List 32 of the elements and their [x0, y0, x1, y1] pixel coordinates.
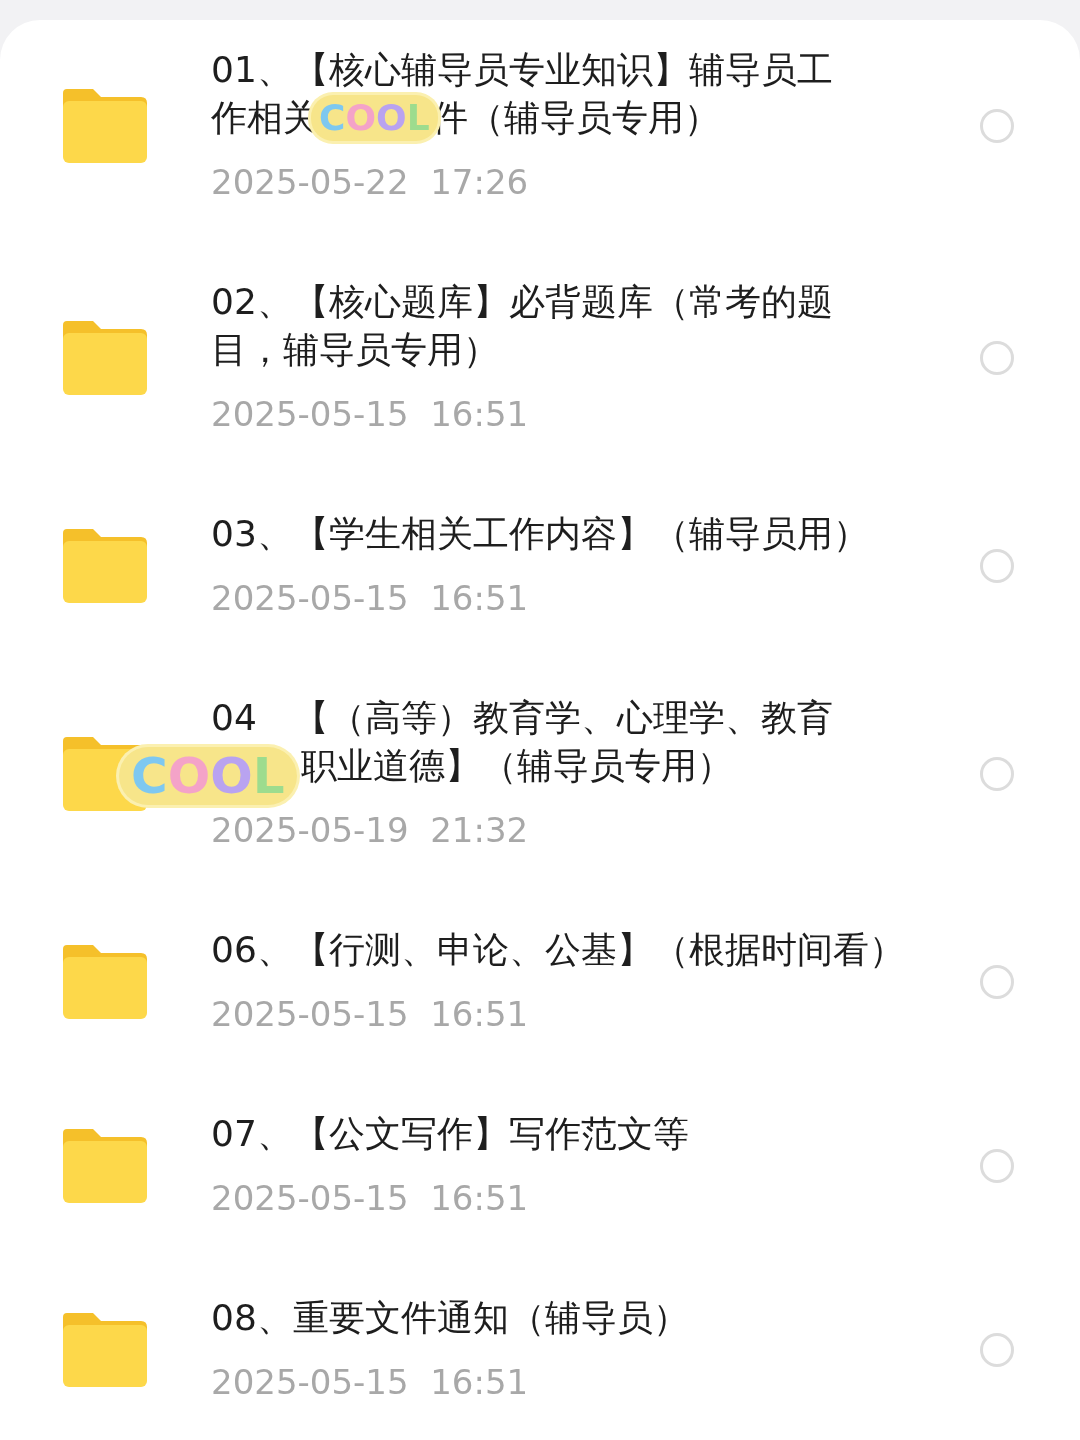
folder-name: 07、【公文写作】写作范文等 — [211, 1112, 689, 1156]
folder-icon — [63, 89, 147, 163]
folder-name: 01、【核心辅导员专业知识】辅导员工 — [211, 48, 833, 92]
select-radio[interactable] — [980, 109, 1014, 143]
select-radio[interactable] — [980, 965, 1014, 999]
modified-date: 2025-05-19 21:32 — [211, 809, 529, 852]
select-radio[interactable] — [980, 757, 1014, 791]
folder-icon — [63, 1313, 147, 1387]
folder-icon — [63, 529, 147, 603]
modified-date: 2025-05-15 16:51 — [211, 577, 529, 620]
folder-name: 目，辅导员专用） — [211, 328, 499, 372]
select-radio[interactable] — [980, 549, 1014, 583]
folder-icon — [63, 945, 147, 1019]
folder-name: 04 — [211, 696, 257, 740]
folder-name: 【（高等）教育学、心理学、教育 — [292, 696, 833, 740]
folder-name: 08、重要文件通知（辅导员） — [211, 1296, 689, 1340]
modified-date: 2025-05-22 17:26 — [211, 161, 529, 204]
folder-icon — [63, 1129, 147, 1203]
select-radio[interactable] — [980, 341, 1014, 375]
folder-name: 03、【学生相关工作内容】（辅导员用） — [211, 512, 869, 556]
folder-icon — [63, 321, 147, 395]
folder-name: 06、【行测、申论、公基】（根据时间看） — [211, 928, 905, 972]
modified-date: 2025-05-15 16:51 — [211, 993, 529, 1036]
modified-date: 2025-05-15 16:51 — [211, 1177, 529, 1220]
select-radio[interactable] — [980, 1333, 1014, 1367]
sticker: COOL — [119, 747, 297, 805]
folder-name: 02、【核心题库】必背题库（常考的题 — [211, 280, 833, 324]
modified-date: 2025-05-15 16:51 — [211, 1361, 529, 1404]
sticker: COOL — [311, 95, 438, 141]
modified-date: 2025-05-15 16:51 — [211, 393, 529, 436]
folder-name: 职业道德】（辅导员专用） — [300, 744, 733, 788]
select-radio[interactable] — [980, 1149, 1014, 1183]
